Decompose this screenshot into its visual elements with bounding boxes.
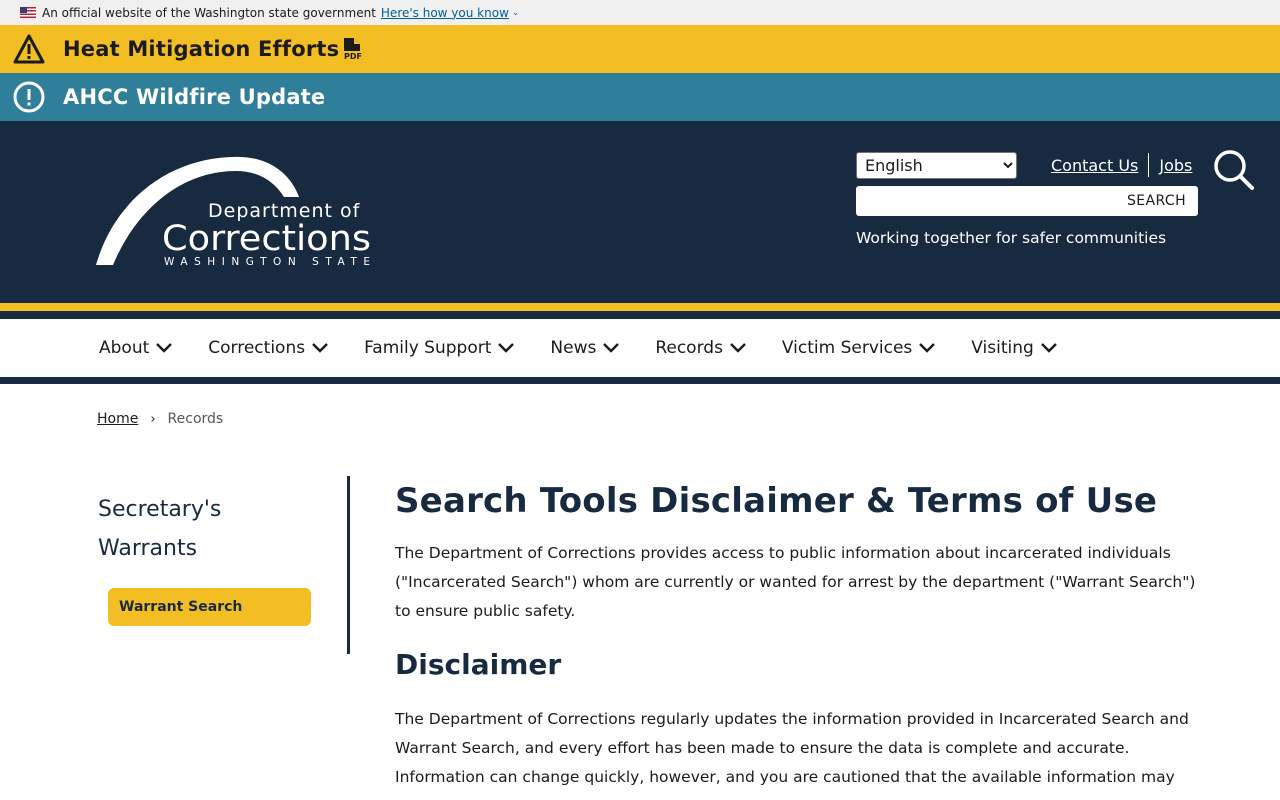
chevron-down-icon[interactable] [729,342,747,354]
official-gov-banner: An official website of the Washington st… [0,0,1280,25]
main-content: Search Tools Disclaimer & Terms of Use T… [395,478,1205,792]
svg-text:PDF: PDF [344,52,362,61]
nav-item-about[interactable]: About [99,338,173,358]
warrant-search-button[interactable]: Warrant Search [108,588,311,626]
nav-item-family-support[interactable]: Family Support [364,338,515,358]
chevron-down-icon[interactable] [155,342,173,354]
alert-heat-mitigation[interactable]: Heat Mitigation Efforts PDF [0,25,1280,73]
nav-item-label[interactable]: Corrections [208,338,305,358]
alert-title-heat-mitigation[interactable]: Heat Mitigation Efforts [63,37,339,61]
breadcrumb: Home › Records [97,411,223,427]
chevron-down-icon[interactable] [918,342,936,354]
chevron-down-icon[interactable]: ⌄ [512,8,520,18]
nav-item-label[interactable]: Visiting [971,338,1034,358]
chevron-right-icon: › [150,411,156,427]
top-links: Contact Us Jobs [1051,152,1192,178]
disclaimer-heading: Disclaimer [395,648,562,681]
header-navy-stripe [0,311,1280,319]
alert-title-ahcc-wildfire[interactable]: AHCC Wildfire Update [63,85,325,109]
site-header: Department of Corrections WASHINGTON STA… [0,121,1280,303]
contact-us-link[interactable]: Contact Us [1051,156,1138,175]
chevron-down-icon[interactable] [311,342,329,354]
nav-item-label[interactable]: Family Support [364,338,491,358]
doc-logo[interactable]: Department of Corrections WASHINGTON STA… [96,155,376,268]
nav-item-victim-services[interactable]: Victim Services [782,338,936,358]
exclamation-circle-icon [12,80,46,114]
logo-line2: Corrections [162,219,371,259]
search-row: SEARCH [856,186,1198,216]
alert-ahcc-wildfire[interactable]: AHCC Wildfire Update [0,73,1280,121]
header-gold-stripe [0,303,1280,311]
page-title: Search Tools Disclaimer & Terms of Use [395,481,1158,521]
nav-item-news[interactable]: News [550,338,620,358]
jobs-link[interactable]: Jobs [1159,156,1192,175]
pdf-icon: PDF [341,37,365,61]
heres-how-you-know-link[interactable]: Here's how you know [381,6,509,20]
search-button[interactable] [1212,149,1256,195]
header-utilities: English Contact Us Jobs SEARCH Working t… [856,150,1256,247]
main-nav: About Corrections Family Support News Re… [0,319,1280,384]
chevron-down-icon[interactable] [497,342,515,354]
search-icon [1213,149,1255,195]
intro-paragraph: The Department of Corrections provides a… [395,544,1196,620]
nav-item-label[interactable]: Records [655,338,723,358]
language-select[interactable]: English [856,152,1017,179]
breadcrumb-current: Records [167,411,224,427]
nav-item-corrections[interactable]: Corrections [208,338,329,358]
us-flag-icon [20,7,36,18]
nav-item-records[interactable]: Records [655,338,747,358]
nav-item-label[interactable]: News [550,338,596,358]
chevron-down-icon[interactable] [1040,342,1058,354]
search-input[interactable]: SEARCH [856,186,1198,216]
gov-banner-text: An official website of the Washington st… [42,5,376,20]
link-divider [1148,153,1150,177]
nav-item-label[interactable]: About [99,338,149,358]
breadcrumb-home-link[interactable]: Home [97,411,138,427]
disclaimer-paragraph: The Department of Corrections regularly … [395,710,1189,786]
chevron-down-icon[interactable] [602,342,620,354]
search-label: SEARCH [1126,193,1186,209]
nav-item-label[interactable]: Victim Services [782,338,912,358]
warning-triangle-icon [12,32,46,66]
nav-item-visiting[interactable]: Visiting [971,338,1058,358]
sidebar-title[interactable]: Secretary's Warrants [98,490,278,568]
sidebar: Secretary's Warrants Warrant Search [98,476,350,654]
site-tagline: Working together for safer communities [856,229,1167,247]
